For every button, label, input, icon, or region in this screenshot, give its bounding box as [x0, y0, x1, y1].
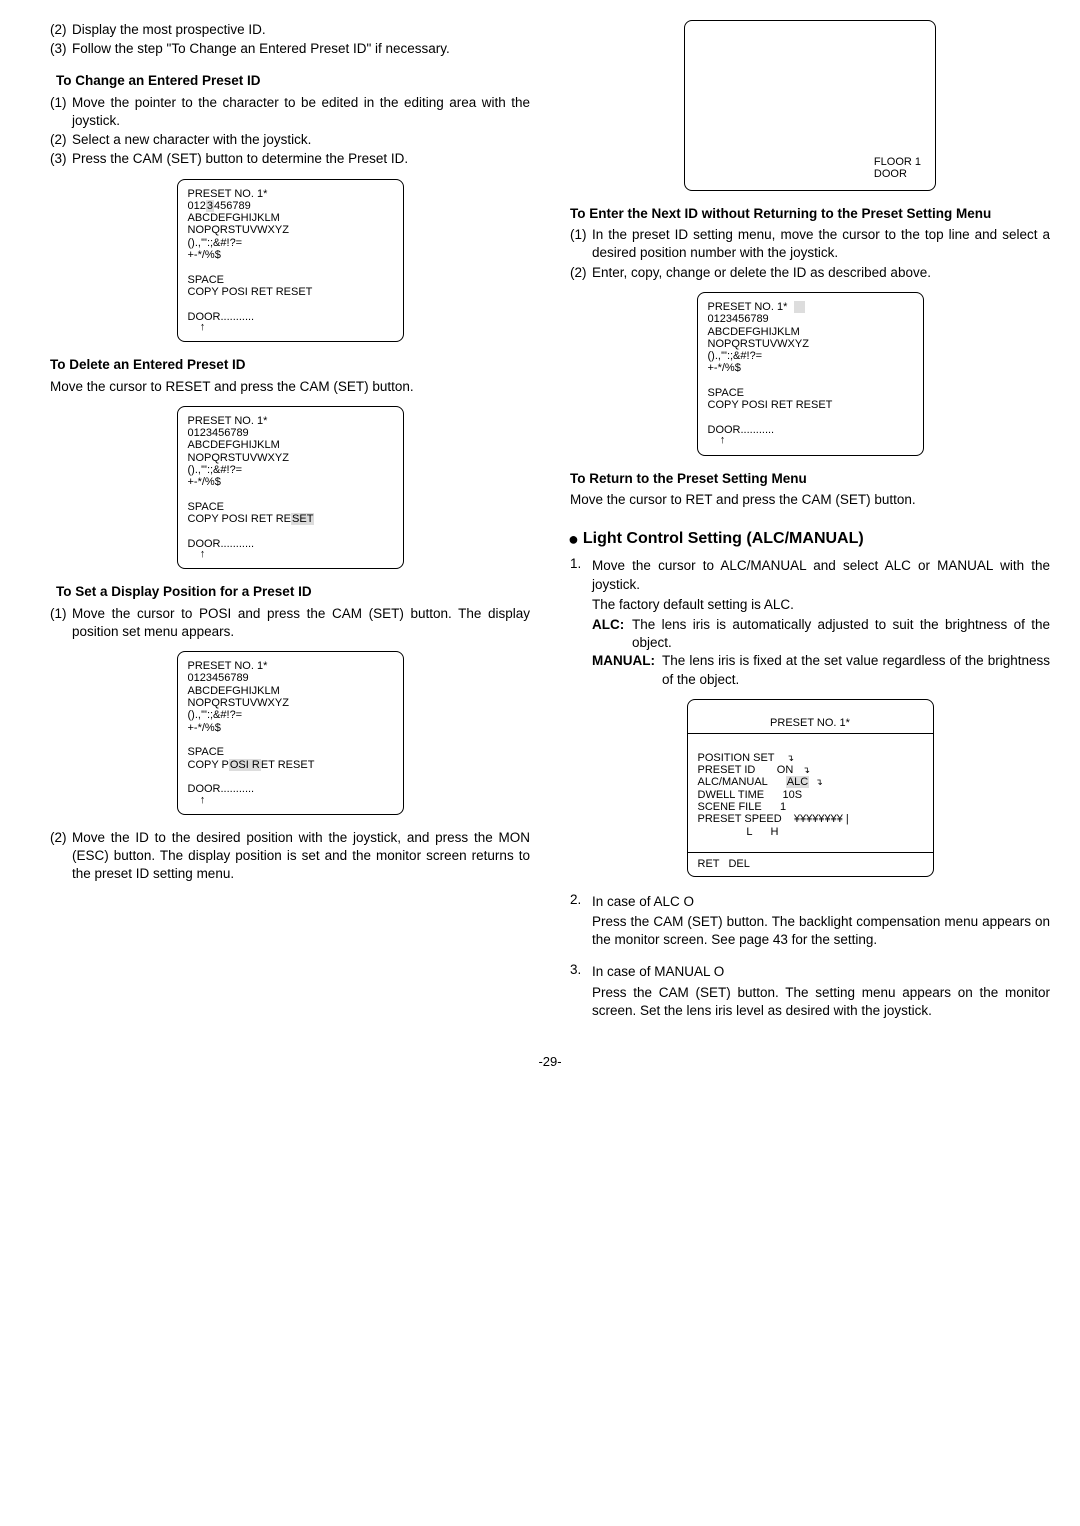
arrow-up-icon: ↑: [200, 321, 206, 333]
osd-d-highlight: [794, 301, 805, 313]
heading-setpos: To Set a Display Position for a Preset I…: [50, 583, 530, 601]
enter-arrow-icon: ↴: [802, 765, 810, 775]
osd-b: PRESET NO. 1* 0123456789 ABCDEFGHIJKLM N…: [177, 406, 404, 570]
item-2: (2)Display the most prospective ID.: [50, 21, 530, 39]
arrow-up-icon: ↑: [200, 794, 206, 806]
def-manual: MANUAL: The lens iris is fixed at the se…: [592, 652, 1050, 688]
osd-preset-title: PRESET NO. 1*: [688, 712, 933, 733]
change-3: (3)Press the CAM (SET) button to determi…: [50, 150, 530, 168]
return-text: Move the cursor to RET and press the CAM…: [570, 491, 1050, 509]
delete-text: Move the cursor to RESET and press the C…: [50, 378, 530, 396]
lc-2: 2. In case of ALC O Press the CAM (SET) …: [570, 891, 1050, 952]
osd-b-highlight: SET: [291, 513, 314, 525]
osd-a-highlight: 3: [206, 200, 214, 212]
heading-delete: To Delete an Entered Preset ID: [50, 356, 530, 374]
enter-arrow-icon: ↴: [787, 753, 795, 763]
osd-floor: FLOOR 1 DOOR: [684, 20, 936, 191]
osd-ret-del: RET DEL: [688, 852, 933, 875]
section-light-control: ●Light Control Setting (ALC/MANUAL): [568, 527, 1050, 551]
item-3: (3)Follow the step "To Change an Entered…: [50, 40, 530, 58]
set-1: (1)Move the cursor to POSI and press the…: [50, 605, 530, 641]
heading-return: To Return to the Preset Setting Menu: [570, 470, 1050, 488]
arrow-up-icon: ↑: [720, 434, 726, 446]
def-alc: ALC: The lens iris is automatically adju…: [592, 616, 1050, 652]
osd-c-highlight: OSI R: [229, 759, 261, 771]
enter-1: (1)In the preset ID setting menu, move t…: [570, 226, 1050, 262]
enter-2: (2)Enter, copy, change or delete the ID …: [570, 264, 1050, 282]
change-2: (2)Select a new character with the joyst…: [50, 131, 530, 149]
page-number: -29-: [50, 1053, 1050, 1071]
enter-arrow-icon: ↴: [815, 777, 823, 787]
heading-change: To Change an Entered Preset ID: [50, 72, 530, 90]
osd-a: PRESET NO. 1* 0123456789 ABCDEFGHIJKLM N…: [177, 179, 404, 343]
osd-alc-highlight: ALC: [786, 776, 809, 788]
lc-1: 1. Move the cursor to ALC/MANUAL and sel…: [570, 555, 1050, 689]
osd-preset-menu: PRESET NO. 1* POSITION SET ↴ PRESET ID O…: [687, 699, 934, 877]
osd-d: PRESET NO. 1* 0123456789 ABCDEFGHIJKLM N…: [697, 292, 924, 456]
bullet-icon: ●: [568, 529, 579, 549]
lc-3: 3. In case of MANUAL O Press the CAM (SE…: [570, 961, 1050, 1022]
osd-c: PRESET NO. 1* 0123456789 ABCDEFGHIJKLM N…: [177, 651, 404, 815]
arrow-up-icon: ↑: [200, 548, 206, 560]
heading-enter: To Enter the Next ID without Returning t…: [570, 205, 1050, 223]
set-2: (2)Move the ID to the desired position w…: [50, 829, 530, 884]
change-1: (1)Move the pointer to the character to …: [50, 94, 530, 130]
